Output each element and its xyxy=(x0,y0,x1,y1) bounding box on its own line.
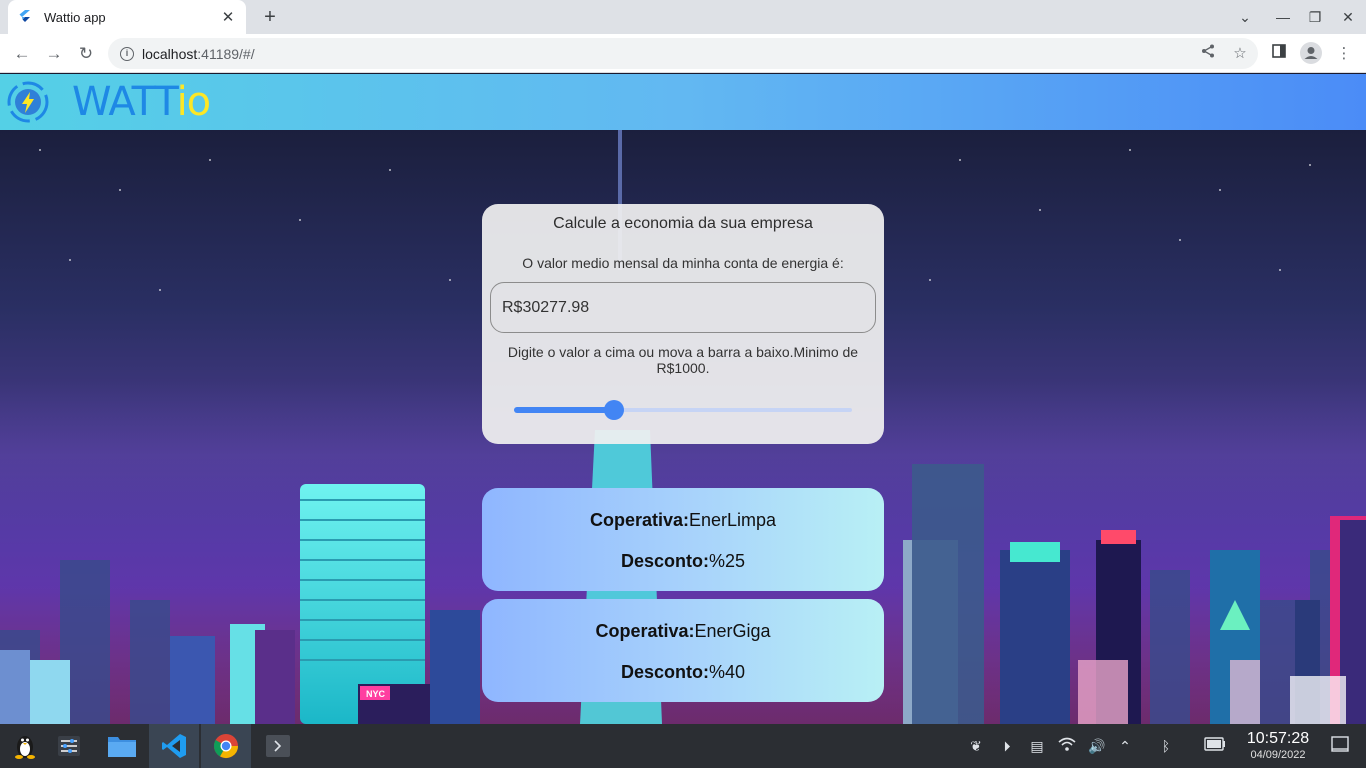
chrome-icon[interactable] xyxy=(201,724,251,768)
share-icon[interactable] xyxy=(1196,42,1220,66)
minimize-icon[interactable]: — xyxy=(1271,6,1295,28)
cooperative-discount-line: Desconto:%25 xyxy=(620,551,746,571)
reload-icon[interactable]: ↻ xyxy=(74,42,98,66)
terminal-icon[interactable] xyxy=(253,724,303,768)
system-clock[interactable]: 10:57:28 04/09/2022 xyxy=(1240,729,1316,762)
profile-avatar-icon[interactable] xyxy=(1299,42,1323,66)
monthly-bill-input[interactable] xyxy=(490,282,876,333)
vpn-leaf-icon[interactable]: ❦ xyxy=(966,736,986,756)
cooperative-card[interactable]: Coperativa:EnerLimpa Desconto:%25 xyxy=(482,488,884,591)
browser-tab[interactable]: Wattio app ✕ xyxy=(8,0,246,34)
tab-title: Wattio app xyxy=(44,9,106,25)
clock-date: 04/09/2022 xyxy=(1250,749,1306,761)
brand-wordmark: WATTio xyxy=(72,79,211,125)
media-play-icon[interactable]: ⏵ xyxy=(997,736,1017,756)
calculator-subtitle: O valor medio mensal da minha conta de e… xyxy=(522,255,844,271)
restore-icon[interactable]: ❐ xyxy=(1303,6,1327,28)
menu-kebab-icon[interactable]: ⋮ xyxy=(1332,42,1356,66)
volume-icon[interactable]: 🔊 xyxy=(1087,736,1107,756)
linux-start-icon[interactable] xyxy=(0,724,50,768)
wifi-icon[interactable] xyxy=(1057,736,1077,756)
flutter-icon xyxy=(18,9,34,25)
file-manager-icon[interactable] xyxy=(97,724,147,768)
close-window-icon[interactable]: ✕ xyxy=(1336,6,1360,28)
wattio-logo-icon xyxy=(7,81,49,123)
battery-icon[interactable] xyxy=(1204,736,1225,756)
url-text: localhost:41189/#/ xyxy=(142,45,255,62)
calculator-hint: Digite o valor a cima ou mova a barra a … xyxy=(507,344,859,376)
forward-icon[interactable]: → xyxy=(42,42,66,66)
slider-active-track xyxy=(514,407,614,413)
tab-close-icon[interactable]: ✕ xyxy=(220,8,236,26)
clipboard-icon[interactable]: ▤ xyxy=(1027,736,1047,756)
browser-toolbar: ← → ↻ i localhost:41189/#/ ☆ ⋮ xyxy=(0,34,1366,73)
tab-search-icon[interactable]: ⌄ xyxy=(1233,6,1257,28)
cooperative-discount-line: Desconto:%40 xyxy=(620,662,746,682)
settings-sliders-icon[interactable] xyxy=(44,724,94,768)
bluetooth-icon[interactable]: ᛒ xyxy=(1156,736,1176,756)
address-bar[interactable]: i localhost:41189/#/ xyxy=(108,38,1258,69)
cooperative-card[interactable]: Coperativa:EnerGiga Desconto:%40 xyxy=(482,599,884,702)
show-desktop-icon[interactable] xyxy=(1330,736,1350,756)
calculator-title: Calcule a economia da sua empresa xyxy=(553,215,813,232)
new-tab-button[interactable]: + xyxy=(258,6,282,28)
savings-calculator-card: Calcule a economia da sua empresa O valo… xyxy=(482,204,884,444)
clock-time: 10:57:28 xyxy=(1246,730,1310,747)
site-info-icon[interactable]: i xyxy=(120,46,134,61)
browser-tabbar: Wattio app ✕ + ⌄ — ❐ ✕ xyxy=(0,0,1366,34)
os-taskbar: ❦ ⏵ ▤ 🔊 ⌃ ᛒ 10:57:28 04/09/2022 xyxy=(0,724,1366,768)
slider-thumb[interactable] xyxy=(604,400,624,420)
back-icon[interactable]: ← xyxy=(10,42,34,66)
app-header: WATTio xyxy=(0,74,1366,130)
vscode-icon[interactable] xyxy=(149,724,199,768)
bill-value-slider[interactable] xyxy=(514,400,852,420)
cooperative-name-line: Coperativa:EnerLimpa xyxy=(589,510,777,530)
side-panel-icon[interactable] xyxy=(1267,42,1291,66)
bookmark-star-icon[interactable]: ☆ xyxy=(1228,42,1252,66)
nyc-sign: NYC xyxy=(366,689,386,699)
wattio-app: WATTio NYC Calcule a economia da sua emp… xyxy=(0,74,1366,724)
cooperative-name-line: Coperativa:EnerGiga xyxy=(595,621,771,641)
expand-tray-icon[interactable]: ⌃ xyxy=(1115,736,1135,756)
